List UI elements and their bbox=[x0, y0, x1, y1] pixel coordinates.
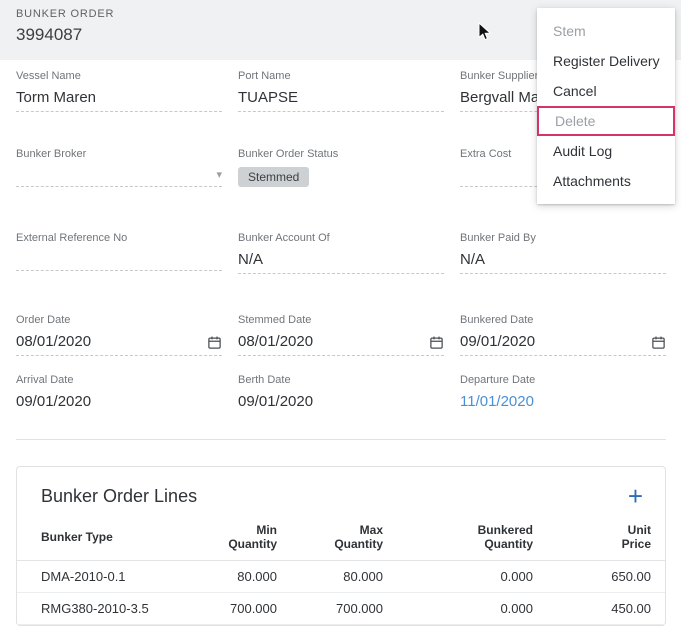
table-header-row: Bunker Type Min Quantity Max Quantity Bu… bbox=[17, 517, 665, 561]
berth-date-label: Berth Date bbox=[238, 374, 444, 386]
bunkered-date-label: Bunkered Date bbox=[460, 314, 666, 326]
bunker-paid-by-input[interactable]: N/A bbox=[460, 251, 666, 274]
departure-date-link[interactable]: 11/01/2020 bbox=[460, 393, 534, 410]
vessel-name-input[interactable]: Torm Maren bbox=[16, 89, 222, 112]
stemmed-date-value: 08/01/2020 bbox=[238, 333, 313, 350]
calendar-icon[interactable] bbox=[429, 335, 444, 350]
calendar-icon[interactable] bbox=[651, 335, 666, 350]
field-bunker-paid-by: Bunker Paid By N/A bbox=[460, 232, 666, 274]
field-external-reference-no: External Reference No bbox=[16, 232, 222, 274]
field-bunker-order-status: Bunker Order Status Stemmed bbox=[238, 148, 444, 192]
stemmed-date-label: Stemmed Date bbox=[238, 314, 444, 326]
bunker-order-status-area: Stemmed bbox=[238, 167, 444, 192]
column-header-bunker-type: Bunker Type bbox=[17, 517, 202, 561]
bunker-broker-label: Bunker Broker bbox=[16, 148, 222, 160]
vessel-name-value: Torm Maren bbox=[16, 89, 96, 106]
bunker-paid-by-label: Bunker Paid By bbox=[460, 232, 666, 244]
section-divider bbox=[16, 439, 666, 440]
departure-date-area: 11/01/2020 bbox=[460, 393, 666, 415]
card-title: Bunker Order Lines bbox=[41, 486, 197, 507]
form-row-4: Order Date 08/01/2020 Stemmed Date 08/01… bbox=[16, 314, 666, 356]
order-date-value: 08/01/2020 bbox=[16, 333, 91, 350]
add-order-line-button[interactable]: + bbox=[628, 485, 643, 507]
field-departure-date: Departure Date 11/01/2020 bbox=[460, 374, 666, 415]
field-port-name: Port Name TUAPSE bbox=[238, 70, 444, 112]
cell-bunkered-quantity: 0.000 bbox=[383, 561, 533, 593]
departure-date-label: Departure Date bbox=[460, 374, 666, 386]
column-header-unit-price: Unit Price bbox=[533, 517, 665, 561]
field-vessel-name: Vessel Name Torm Maren bbox=[16, 70, 222, 112]
port-name-label: Port Name bbox=[238, 70, 444, 82]
external-reference-no-label: External Reference No bbox=[16, 232, 222, 244]
form-row-3: External Reference No Bunker Account Of … bbox=[16, 232, 666, 274]
cell-min-quantity: 80.000 bbox=[202, 561, 277, 593]
bunker-account-of-value: N/A bbox=[238, 251, 263, 268]
menu-item-cancel[interactable]: Cancel bbox=[537, 76, 675, 106]
bunker-account-of-label: Bunker Account Of bbox=[238, 232, 444, 244]
field-bunker-broker: Bunker Broker ▾ bbox=[16, 148, 222, 192]
table-row[interactable]: DMA-2010-0.1 80.000 80.000 0.000 650.00 bbox=[17, 561, 665, 593]
cell-unit-price: 450.00 bbox=[533, 593, 665, 625]
bunker-broker-select[interactable]: ▾ bbox=[16, 167, 222, 187]
table-row[interactable]: RMG380-2010-3.5 700.000 700.000 0.000 45… bbox=[17, 593, 665, 625]
arrival-date-area: 09/01/2020 bbox=[16, 393, 222, 415]
external-reference-no-input[interactable] bbox=[16, 251, 222, 271]
bunkered-date-value: 09/01/2020 bbox=[460, 333, 535, 350]
menu-item-delete[interactable]: Delete bbox=[537, 106, 675, 136]
cell-bunkered-quantity: 0.000 bbox=[383, 593, 533, 625]
cell-max-quantity: 80.000 bbox=[277, 561, 383, 593]
bunker-order-lines-card: Bunker Order Lines + Bunker Type Min Qua… bbox=[16, 466, 666, 626]
field-order-date: Order Date 08/01/2020 bbox=[16, 314, 222, 356]
berth-date-value: 09/01/2020 bbox=[238, 393, 313, 410]
column-header-bunkered-quantity: Bunkered Quantity bbox=[383, 517, 533, 561]
berth-date-area: 09/01/2020 bbox=[238, 393, 444, 415]
menu-item-stem[interactable]: Stem bbox=[537, 16, 675, 46]
cell-bunker-type: RMG380-2010-3.5 bbox=[17, 593, 202, 625]
field-bunkered-date: Bunkered Date 09/01/2020 bbox=[460, 314, 666, 356]
vessel-name-label: Vessel Name bbox=[16, 70, 222, 82]
cell-min-quantity: 700.000 bbox=[202, 593, 277, 625]
column-header-text: Min Quantity bbox=[228, 523, 277, 551]
form-row-5: Arrival Date 09/01/2020 Berth Date 09/01… bbox=[16, 374, 666, 415]
menu-item-register-delivery[interactable]: Register Delivery bbox=[537, 46, 675, 76]
menu-item-audit-log[interactable]: Audit Log bbox=[537, 136, 675, 166]
cell-bunker-type: DMA-2010-0.1 bbox=[17, 561, 202, 593]
arrival-date-label: Arrival Date bbox=[16, 374, 222, 386]
column-header-max-quantity: Max Quantity bbox=[277, 517, 383, 561]
cell-max-quantity: 700.000 bbox=[277, 593, 383, 625]
bunker-paid-by-value: N/A bbox=[460, 251, 485, 268]
cell-unit-price: 650.00 bbox=[533, 561, 665, 593]
port-name-input[interactable]: TUAPSE bbox=[238, 89, 444, 112]
menu-item-attachments[interactable]: Attachments bbox=[537, 166, 675, 196]
chevron-down-icon: ▾ bbox=[216, 170, 222, 181]
bunker-supplier-value: Bergvall Ma bbox=[460, 89, 539, 106]
field-bunker-account-of: Bunker Account Of N/A bbox=[238, 232, 444, 274]
order-date-input[interactable]: 08/01/2020 bbox=[16, 333, 222, 356]
bunker-order-status-label: Bunker Order Status bbox=[238, 148, 444, 160]
order-lines-table: Bunker Type Min Quantity Max Quantity Bu… bbox=[17, 517, 665, 625]
context-menu: Stem Register Delivery Cancel Delete Aud… bbox=[537, 8, 675, 204]
port-name-value: TUAPSE bbox=[238, 89, 298, 106]
bunkered-date-input[interactable]: 09/01/2020 bbox=[460, 333, 666, 356]
stemmed-date-input[interactable]: 08/01/2020 bbox=[238, 333, 444, 356]
field-berth-date: Berth Date 09/01/2020 bbox=[238, 374, 444, 415]
calendar-icon[interactable] bbox=[207, 335, 222, 350]
field-stemmed-date: Stemmed Date 08/01/2020 bbox=[238, 314, 444, 356]
column-header-min-quantity: Min Quantity bbox=[202, 517, 277, 561]
bunker-account-of-input[interactable]: N/A bbox=[238, 251, 444, 274]
card-header: Bunker Order Lines + bbox=[17, 467, 665, 517]
order-date-label: Order Date bbox=[16, 314, 222, 326]
column-header-text: Unit Price bbox=[622, 523, 651, 551]
field-arrival-date: Arrival Date 09/01/2020 bbox=[16, 374, 222, 415]
arrival-date-value: 09/01/2020 bbox=[16, 393, 91, 410]
status-badge: Stemmed bbox=[238, 167, 309, 187]
column-header-text: Max Quantity bbox=[334, 523, 383, 551]
column-header-text: Bunkered Quantity bbox=[478, 523, 533, 551]
